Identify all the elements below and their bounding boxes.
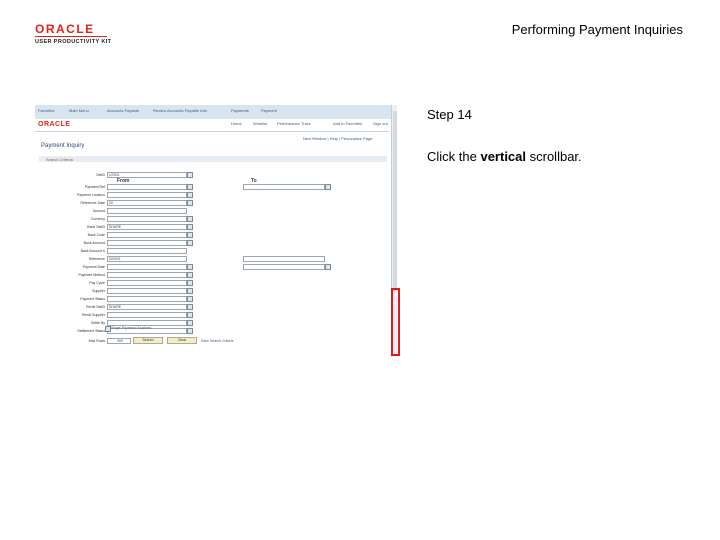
lookup-icon[interactable]	[187, 172, 193, 178]
field-value: US001	[109, 173, 120, 177]
bank-account-number-input[interactable]	[107, 248, 187, 254]
field-label: Payment Date	[82, 265, 105, 269]
field-label: Settle By	[90, 321, 105, 325]
header-divider	[35, 131, 389, 132]
payment-location-input[interactable]	[107, 192, 187, 198]
field-label: Reference Date	[80, 201, 105, 205]
field-label: Bank Account	[83, 241, 105, 245]
payment-ref-to-input[interactable]	[243, 184, 325, 190]
lookup-icon[interactable]	[187, 216, 193, 222]
payment-method-select[interactable]	[107, 272, 187, 278]
instruction-bold: vertical	[480, 149, 527, 164]
search-criteria-bar[interactable]	[39, 156, 387, 162]
lookup-icon[interactable]	[187, 192, 193, 198]
field-label: Settlement Status	[77, 329, 105, 333]
app-screenshot: Favorites Main Menu Accounts Payable Rev…	[35, 105, 397, 357]
dropdown-icon[interactable]	[187, 296, 193, 302]
app-topbar	[35, 105, 397, 119]
supplier-input[interactable]	[107, 288, 187, 294]
nav-sign-out[interactable]: Sign out	[373, 121, 388, 126]
logo-brand: ORACLE	[35, 22, 95, 36]
logo-subtitle: USER PRODUCTIVITY KIT	[35, 39, 112, 45]
checkbox-label: Single Payment Vouchers	[111, 326, 152, 330]
search-button[interactable]: Search	[133, 337, 163, 344]
instruction-prefix: Click the	[427, 149, 481, 164]
topbar-ap[interactable]: Accounts Payable	[107, 108, 139, 113]
page-title: Payment Inquiry	[41, 143, 85, 149]
nav-performance-trace[interactable]: Performance Trace	[277, 121, 311, 126]
payment-status-select[interactable]	[107, 296, 187, 302]
bank-code-input[interactable]	[107, 232, 187, 238]
lookup-icon[interactable]	[187, 232, 193, 238]
lookup-icon[interactable]	[187, 240, 193, 246]
lookup-icon[interactable]	[187, 312, 193, 318]
field-label: Supplier	[92, 289, 105, 293]
remit-supplier-input[interactable]	[107, 312, 187, 318]
payment-date-from-input[interactable]	[107, 264, 187, 270]
field-label: Pay Cycle	[89, 281, 105, 285]
payment-ref-from-input[interactable]	[107, 184, 187, 190]
dropdown-icon[interactable]	[187, 320, 193, 326]
oracle-upk-logo: ORACLE USER PRODUCTIVITY KIT	[35, 23, 125, 49]
field-label: Reference	[88, 257, 105, 261]
field-label: Amount	[92, 209, 105, 213]
payment-date-to-input[interactable]	[243, 264, 325, 270]
calendar-icon[interactable]	[187, 264, 193, 270]
field-label: SetID	[96, 173, 105, 177]
field-label: Remit Supplier	[82, 313, 105, 317]
topbar-payments[interactable]: Payments	[231, 108, 249, 113]
field-value: 20	[109, 201, 113, 205]
reference-to-input[interactable]	[243, 256, 325, 262]
pay-cycle-input[interactable]	[107, 280, 187, 286]
topbar-favorites[interactable]: Favorites	[38, 108, 54, 113]
step-instruction: Click the vertical scrollbar.	[427, 149, 582, 164]
clear-button[interactable]: Clear	[167, 337, 197, 344]
max-rows-label: Max Rows	[88, 339, 105, 343]
field-label: Payment Ref	[84, 185, 105, 189]
dropdown-icon[interactable]	[187, 328, 193, 334]
search-criteria-label[interactable]: Search Criteria	[46, 157, 73, 162]
field-label: Remit SetID	[86, 305, 105, 309]
nav-add-favorites[interactable]: Add to Favorites	[333, 121, 362, 126]
dropdown-icon[interactable]	[187, 272, 193, 278]
topbar-payment[interactable]: Payment	[261, 108, 277, 113]
document-title: Performing Payment Inquiries	[511, 22, 683, 37]
lookup-icon[interactable]	[187, 288, 193, 294]
field-label: Payment Status	[80, 297, 105, 301]
field-label: Bank Account #	[80, 249, 105, 253]
lookup-icon[interactable]	[187, 184, 193, 190]
bank-account-input[interactable]	[107, 240, 187, 246]
lookup-icon[interactable]	[187, 224, 193, 230]
nav-home[interactable]: Home	[231, 121, 242, 126]
field-label: Bank Code	[87, 233, 105, 237]
vertical-scrollbar-thumb[interactable]	[393, 111, 397, 291]
instruction-suffix: scrollbar.	[526, 149, 582, 164]
scrollbar-highlight	[391, 288, 400, 356]
field-label: Currency	[90, 217, 105, 221]
topbar-main-menu[interactable]: Main Menu	[69, 108, 89, 113]
topbar-review-ap[interactable]: Review Accounts Payable Info	[153, 108, 207, 113]
lookup-icon[interactable]	[187, 304, 193, 310]
app-oracle-logo: ORACLE	[38, 121, 71, 128]
field-label: Payment Method	[78, 273, 105, 277]
logo-rule	[35, 36, 107, 37]
field-value: SHARE	[109, 225, 122, 229]
page-links[interactable]: New Window | Help | Personalize Page	[303, 136, 372, 141]
step-title: Step 14	[427, 107, 472, 122]
lookup-icon[interactable]	[325, 184, 331, 190]
field-value: SHARE	[109, 305, 122, 309]
reference-date-select[interactable]	[107, 200, 187, 206]
field-label: Payment Location	[76, 193, 105, 197]
lookup-icon[interactable]	[187, 280, 193, 286]
field-value: 000001	[109, 257, 121, 261]
max-rows-value: 300	[117, 339, 123, 343]
calendar-icon[interactable]	[325, 264, 331, 270]
nav-worklist[interactable]: Worklist	[253, 121, 267, 126]
field-label: Bank SetID	[87, 225, 105, 229]
currency-input[interactable]	[107, 216, 187, 222]
amount-input[interactable]	[107, 208, 187, 214]
dropdown-icon[interactable]	[187, 200, 193, 206]
save-search-criteria-link[interactable]: Save Search Criteria	[201, 339, 233, 343]
